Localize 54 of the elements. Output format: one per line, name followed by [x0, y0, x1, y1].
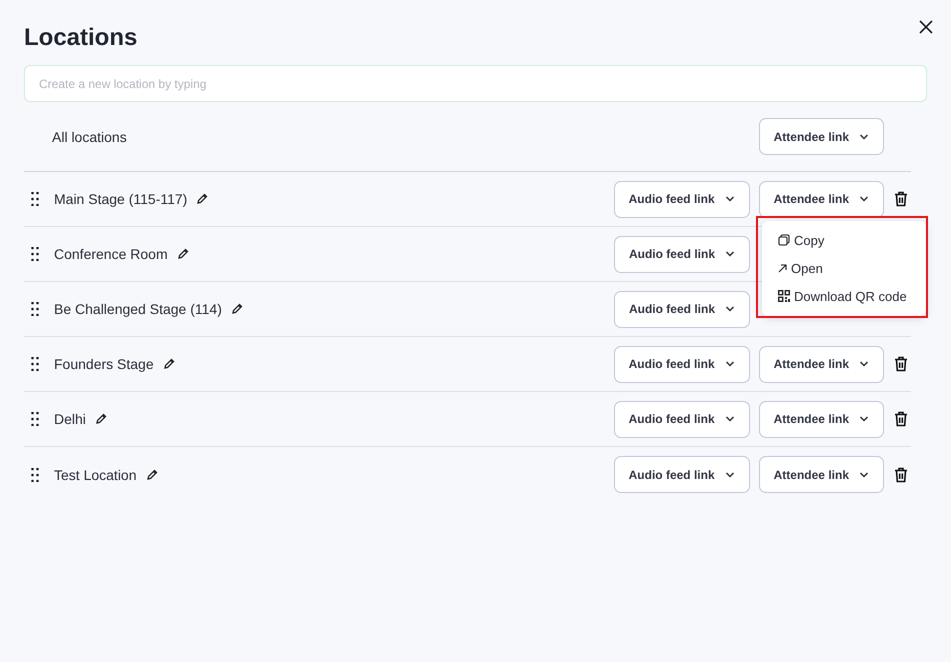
audio-feed-link-dropdown[interactable]: Audio feed link: [614, 400, 750, 438]
caret-icon: [859, 361, 869, 367]
drag-handle-icon[interactable]: [31, 192, 39, 206]
caret-icon: [724, 361, 735, 367]
copy-icon: [778, 234, 790, 246]
location-name: Delhi: [54, 411, 86, 427]
caret-icon: [859, 416, 869, 422]
audio-feed-link-dropdown[interactable]: Audio feed link: [614, 346, 750, 382]
audio-feed-link-dropdown[interactable]: Audio feed link: [614, 456, 750, 493]
drag-handle-icon[interactable]: [31, 247, 39, 261]
attendee-link-dropdown[interactable]: Attendee link: [758, 118, 884, 155]
edit-pencil-icon[interactable]: [196, 193, 208, 205]
caret-icon: [859, 472, 869, 478]
audio-feed-link-dropdown[interactable]: Audio feed link: [614, 236, 750, 272]
trash-icon[interactable]: [894, 356, 908, 372]
edit-pencil-icon[interactable]: [94, 413, 107, 425]
caret-icon: [724, 416, 735, 422]
location-name: Be Challenged Stage (114): [54, 301, 222, 317]
menu-item[interactable]: Copy: [762, 226, 824, 254]
arrow-icon: [778, 264, 787, 272]
caret-icon: [724, 196, 735, 202]
edit-pencil-icon[interactable]: [162, 358, 175, 370]
trash-icon[interactable]: [894, 191, 908, 207]
close-icon[interactable]: [919, 20, 933, 34]
drag-handle-icon[interactable]: [31, 357, 39, 371]
dialog-title: Locations: [24, 23, 138, 53]
menu-item[interactable]: Download QR code: [762, 282, 907, 310]
drag-handle-icon[interactable]: [31, 302, 39, 316]
trash-icon[interactable]: [894, 466, 908, 482]
location-name: Main Stage (115-117): [54, 191, 188, 207]
attendee-link-dropdown[interactable]: Attendee link: [758, 180, 884, 218]
edit-pencil-icon[interactable]: [176, 248, 189, 260]
drag-handle-icon[interactable]: [31, 412, 39, 426]
edit-pencil-icon[interactable]: [230, 303, 243, 315]
location-name: Conference Room: [54, 246, 168, 262]
attendee-link-dropdown[interactable]: Attendee link: [758, 456, 884, 493]
attendee-link-dropdown[interactable]: Attendee link: [758, 400, 884, 438]
trash-icon[interactable]: [894, 411, 908, 427]
edit-pencil-icon[interactable]: [146, 468, 158, 480]
caret-icon: [725, 306, 735, 312]
qr-code-icon: [778, 290, 790, 302]
caret-icon: [725, 251, 735, 257]
audio-feed-link-dropdown[interactable]: Audio feed link: [614, 290, 750, 328]
caret-icon: [724, 472, 735, 478]
audio-feed-link-dropdown[interactable]: Audio feed link: [614, 180, 750, 218]
location-name: Test Location: [54, 466, 136, 482]
all-locations-label: All locations: [52, 128, 127, 144]
caret-icon: [859, 196, 869, 202]
drag-handle-icon[interactable]: [31, 468, 39, 482]
location-name: Founders Stage: [54, 356, 154, 372]
new-location-field[interactable]: Create a new location by typing: [24, 65, 927, 102]
attendee-link-dropdown[interactable]: Attendee link: [758, 346, 884, 382]
caret-icon: [859, 134, 869, 140]
menu-item[interactable]: Open: [762, 254, 823, 282]
